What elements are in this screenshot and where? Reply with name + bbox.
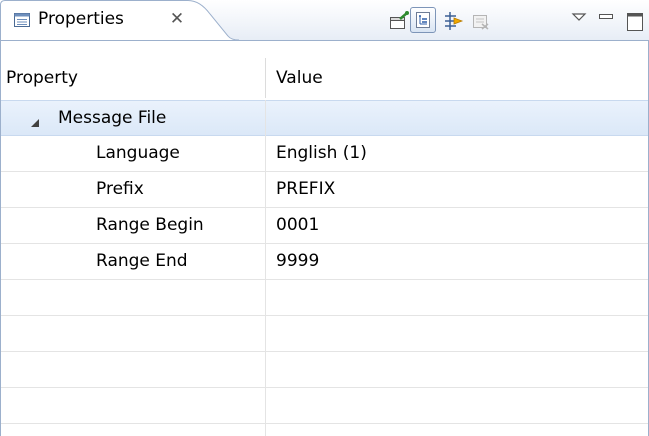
properties-view-icon	[14, 12, 30, 27]
empty-row	[0, 280, 649, 316]
expanded-twisty-icon[interactable]	[30, 113, 40, 127]
table-header: Property Value	[0, 56, 649, 101]
tab-properties[interactable]: Properties ✕	[0, 0, 240, 41]
view-title-bar: Properties ✕	[0, 0, 649, 41]
maximize-icon[interactable]	[624, 11, 646, 33]
show-advanced-properties-icon[interactable]	[442, 10, 464, 32]
property-value[interactable]: PREFIX	[276, 172, 335, 207]
property-name: Prefix	[96, 179, 144, 199]
property-value[interactable]: 0001	[276, 208, 319, 243]
property-name: Range Begin	[96, 215, 204, 235]
category-row-message-file[interactable]: Message File	[0, 100, 649, 136]
empty-row	[0, 352, 649, 388]
empty-row	[0, 316, 649, 352]
category-label: Message File	[58, 108, 167, 128]
table-row[interactable]: Range Begin 0001	[0, 208, 649, 244]
property-value[interactable]: English (1)	[276, 136, 367, 171]
properties-table: Property Value Message File Language Eng…	[0, 56, 649, 436]
close-icon[interactable]: ✕	[168, 10, 186, 28]
pin-to-selection-icon[interactable]	[388, 10, 410, 32]
property-name: Range End	[96, 251, 188, 271]
property-value[interactable]: 9999	[276, 244, 319, 279]
view-menu-icon[interactable]	[570, 11, 592, 33]
show-categories-icon[interactable]	[410, 7, 436, 33]
table-row[interactable]: Range End 9999	[0, 244, 649, 280]
minimize-icon[interactable]	[596, 11, 618, 33]
column-grid-line	[265, 100, 266, 436]
empty-row	[0, 388, 649, 424]
column-divider[interactable]	[265, 58, 266, 98]
tab-title: Properties	[38, 9, 124, 29]
view-border-left	[0, 40, 1, 436]
property-name: Language	[96, 143, 180, 163]
restore-default-value-icon[interactable]	[470, 10, 492, 32]
table-row[interactable]: Prefix PREFIX	[0, 172, 649, 208]
table-row[interactable]: Language English (1)	[0, 136, 649, 172]
column-header-value[interactable]: Value	[276, 56, 323, 100]
column-header-property[interactable]: Property	[6, 56, 78, 100]
